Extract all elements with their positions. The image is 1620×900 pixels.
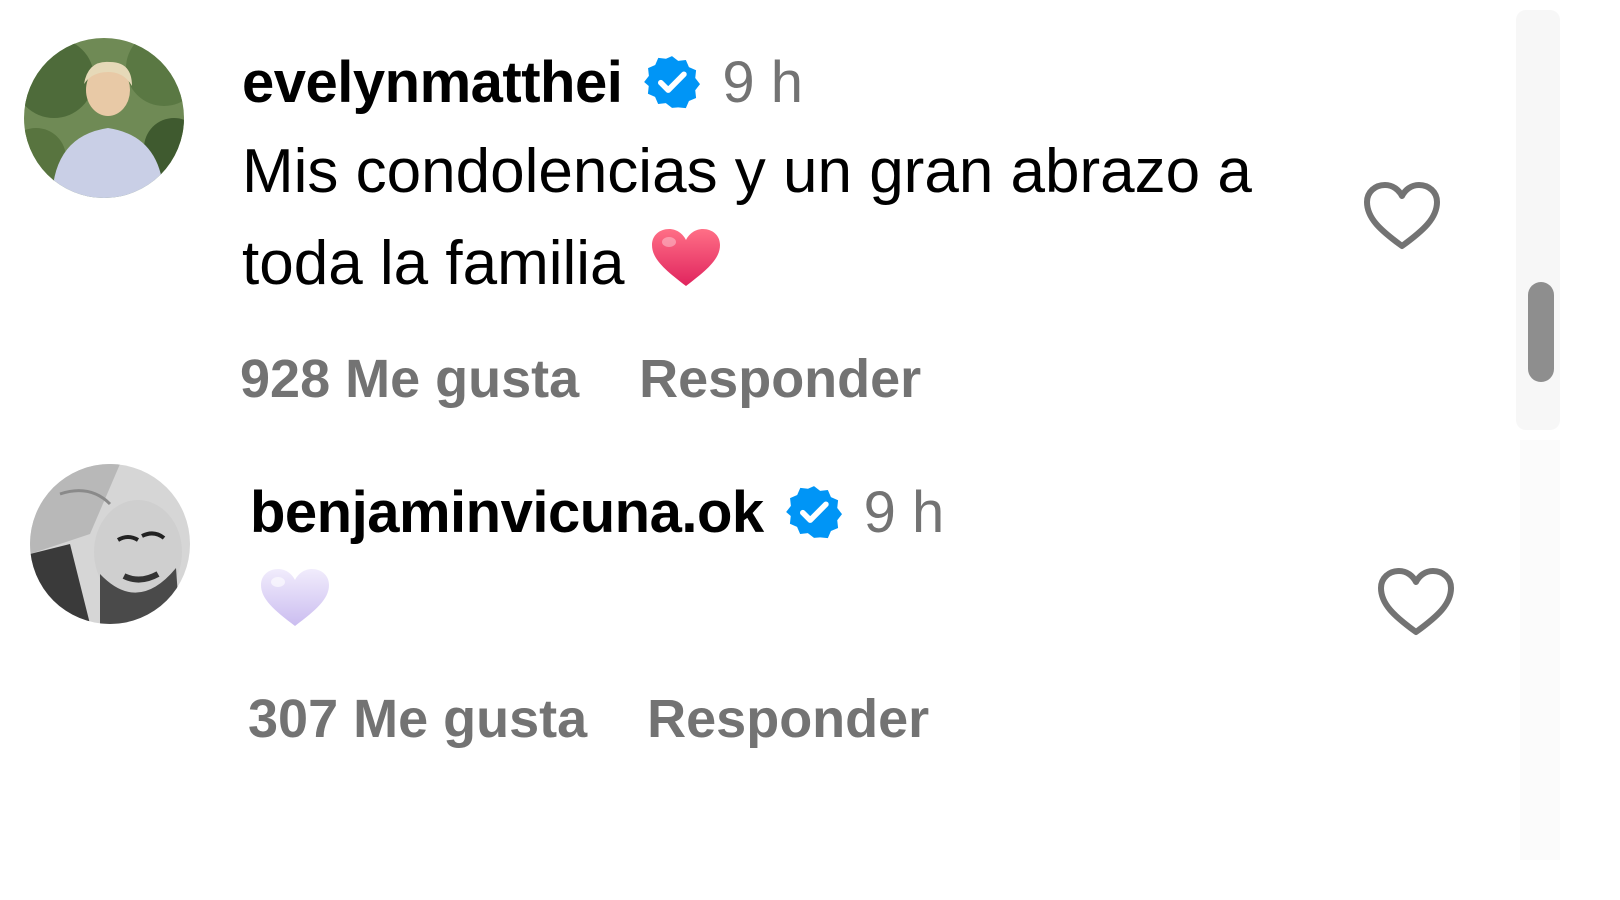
avatar-photo (30, 464, 190, 624)
comment-text-block: Mis condolencias y un gran abrazo a toda… (242, 126, 1322, 310)
comment-body: benjaminvicuna.ok 9 h (250, 470, 1330, 630)
username[interactable]: evelynmatthei (242, 49, 623, 116)
panel-edge (1520, 440, 1560, 860)
likes-count[interactable]: 928 Me gusta (240, 348, 579, 410)
avatar[interactable] (30, 464, 190, 624)
comment-body: evelynmatthei 9 h Mis condolencias y un … (242, 40, 1322, 310)
comment-actions: 307 Me gusta Responder (248, 688, 929, 750)
username[interactable]: benjaminvicuna.ok (250, 479, 764, 546)
comment-header: evelynmatthei 9 h (242, 40, 1322, 124)
likes-count[interactable]: 307 Me gusta (248, 688, 587, 750)
comment-header: benjaminvicuna.ok 9 h (250, 470, 1330, 554)
timestamp[interactable]: 9 h (722, 49, 803, 116)
timestamp[interactable]: 9 h (864, 479, 945, 546)
comment-item: benjaminvicuna.ok 9 h 307 Me gusta Respo… (0, 440, 1580, 900)
red-heart-emoji-icon (649, 226, 723, 290)
purple-heart-emoji-icon (258, 566, 332, 630)
reply-button[interactable]: Responder (639, 348, 921, 410)
comment-text: Mis condolencias y un gran abrazo a toda… (242, 137, 1252, 298)
avatar-photo (24, 38, 184, 198)
avatar[interactable] (24, 38, 184, 198)
verified-badge-icon (644, 54, 701, 110)
like-heart-icon[interactable] (1376, 566, 1456, 638)
verified-badge-icon (785, 484, 842, 540)
reply-button[interactable]: Responder (647, 688, 929, 750)
like-heart-icon[interactable] (1362, 180, 1442, 252)
comment-item: evelynmatthei 9 h Mis condolencias y un … (0, 0, 1580, 440)
scrollbar-thumb[interactable] (1528, 282, 1554, 382)
comments-list: evelynmatthei 9 h Mis condolencias y un … (0, 0, 1580, 900)
comment-actions: 928 Me gusta Responder (240, 348, 921, 410)
